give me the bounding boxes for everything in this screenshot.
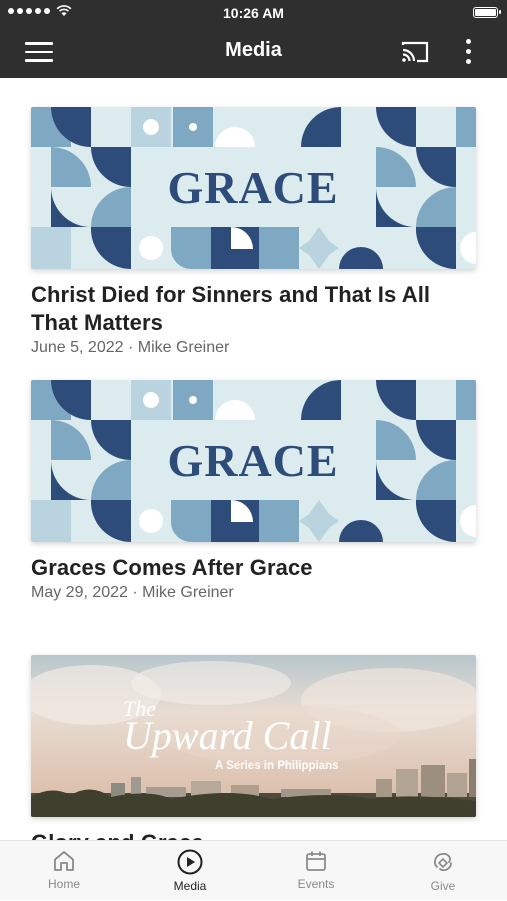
cast-icon[interactable] (400, 40, 430, 64)
media-item[interactable]: GRACE Christ Died for Sinners and That I… (31, 107, 476, 357)
give-icon (434, 852, 452, 872)
tab-label: Events (297, 877, 335, 891)
grace-sermon-thumbnail[interactable]: GRACE (31, 380, 476, 542)
battery-icon (473, 7, 501, 18)
tab-label: Give (430, 879, 456, 893)
tab-label: Media (173, 879, 207, 893)
play-circle-icon (177, 849, 203, 875)
tab-label: Home (47, 877, 80, 891)
more-options-icon[interactable] (463, 39, 473, 67)
media-title[interactable]: Glory and Grace (31, 829, 476, 840)
media-meta: May 29, 2022 · Mike Greiner (31, 584, 234, 601)
grace-sermon-thumbnail[interactable]: GRACE (31, 107, 476, 269)
media-meta: June 5, 2022 · Mike Greiner (31, 339, 230, 356)
bottom-tab-bar: Home Media Events Give (0, 840, 507, 900)
app-bar: Media (0, 26, 507, 78)
tab-give[interactable]: Give (393, 841, 493, 901)
series-subtitle: A Series in Philippians (215, 760, 339, 772)
tab-media[interactable]: Media (140, 841, 240, 901)
media-title[interactable]: Christ Died for Sinners and That Is All … (31, 281, 476, 337)
tab-home[interactable]: Home (14, 841, 114, 901)
status-time: 10:26 AM (223, 5, 284, 21)
calendar-icon (306, 851, 326, 871)
page-title: Media (225, 39, 282, 61)
grace-title: GRACE (167, 435, 338, 486)
media-title[interactable]: Graces Comes After Grace (31, 554, 476, 582)
media-item[interactable]: The Upward Call A Series in Philippians … (31, 655, 476, 840)
grace-title: GRACE (167, 162, 338, 213)
media-list: GRACE Christ Died for Sinners and That I… (0, 78, 507, 840)
upward-call-thumbnail[interactable]: The Upward Call A Series in Philippians (31, 655, 476, 817)
series-title-line2: Upward Call (123, 713, 332, 758)
tab-events[interactable]: Events (266, 841, 366, 901)
home-icon (54, 851, 74, 871)
media-item[interactable]: GRACE Graces Comes After Grace May 29, 2… (31, 380, 476, 602)
status-bar: 10:26 AM (0, 0, 507, 26)
